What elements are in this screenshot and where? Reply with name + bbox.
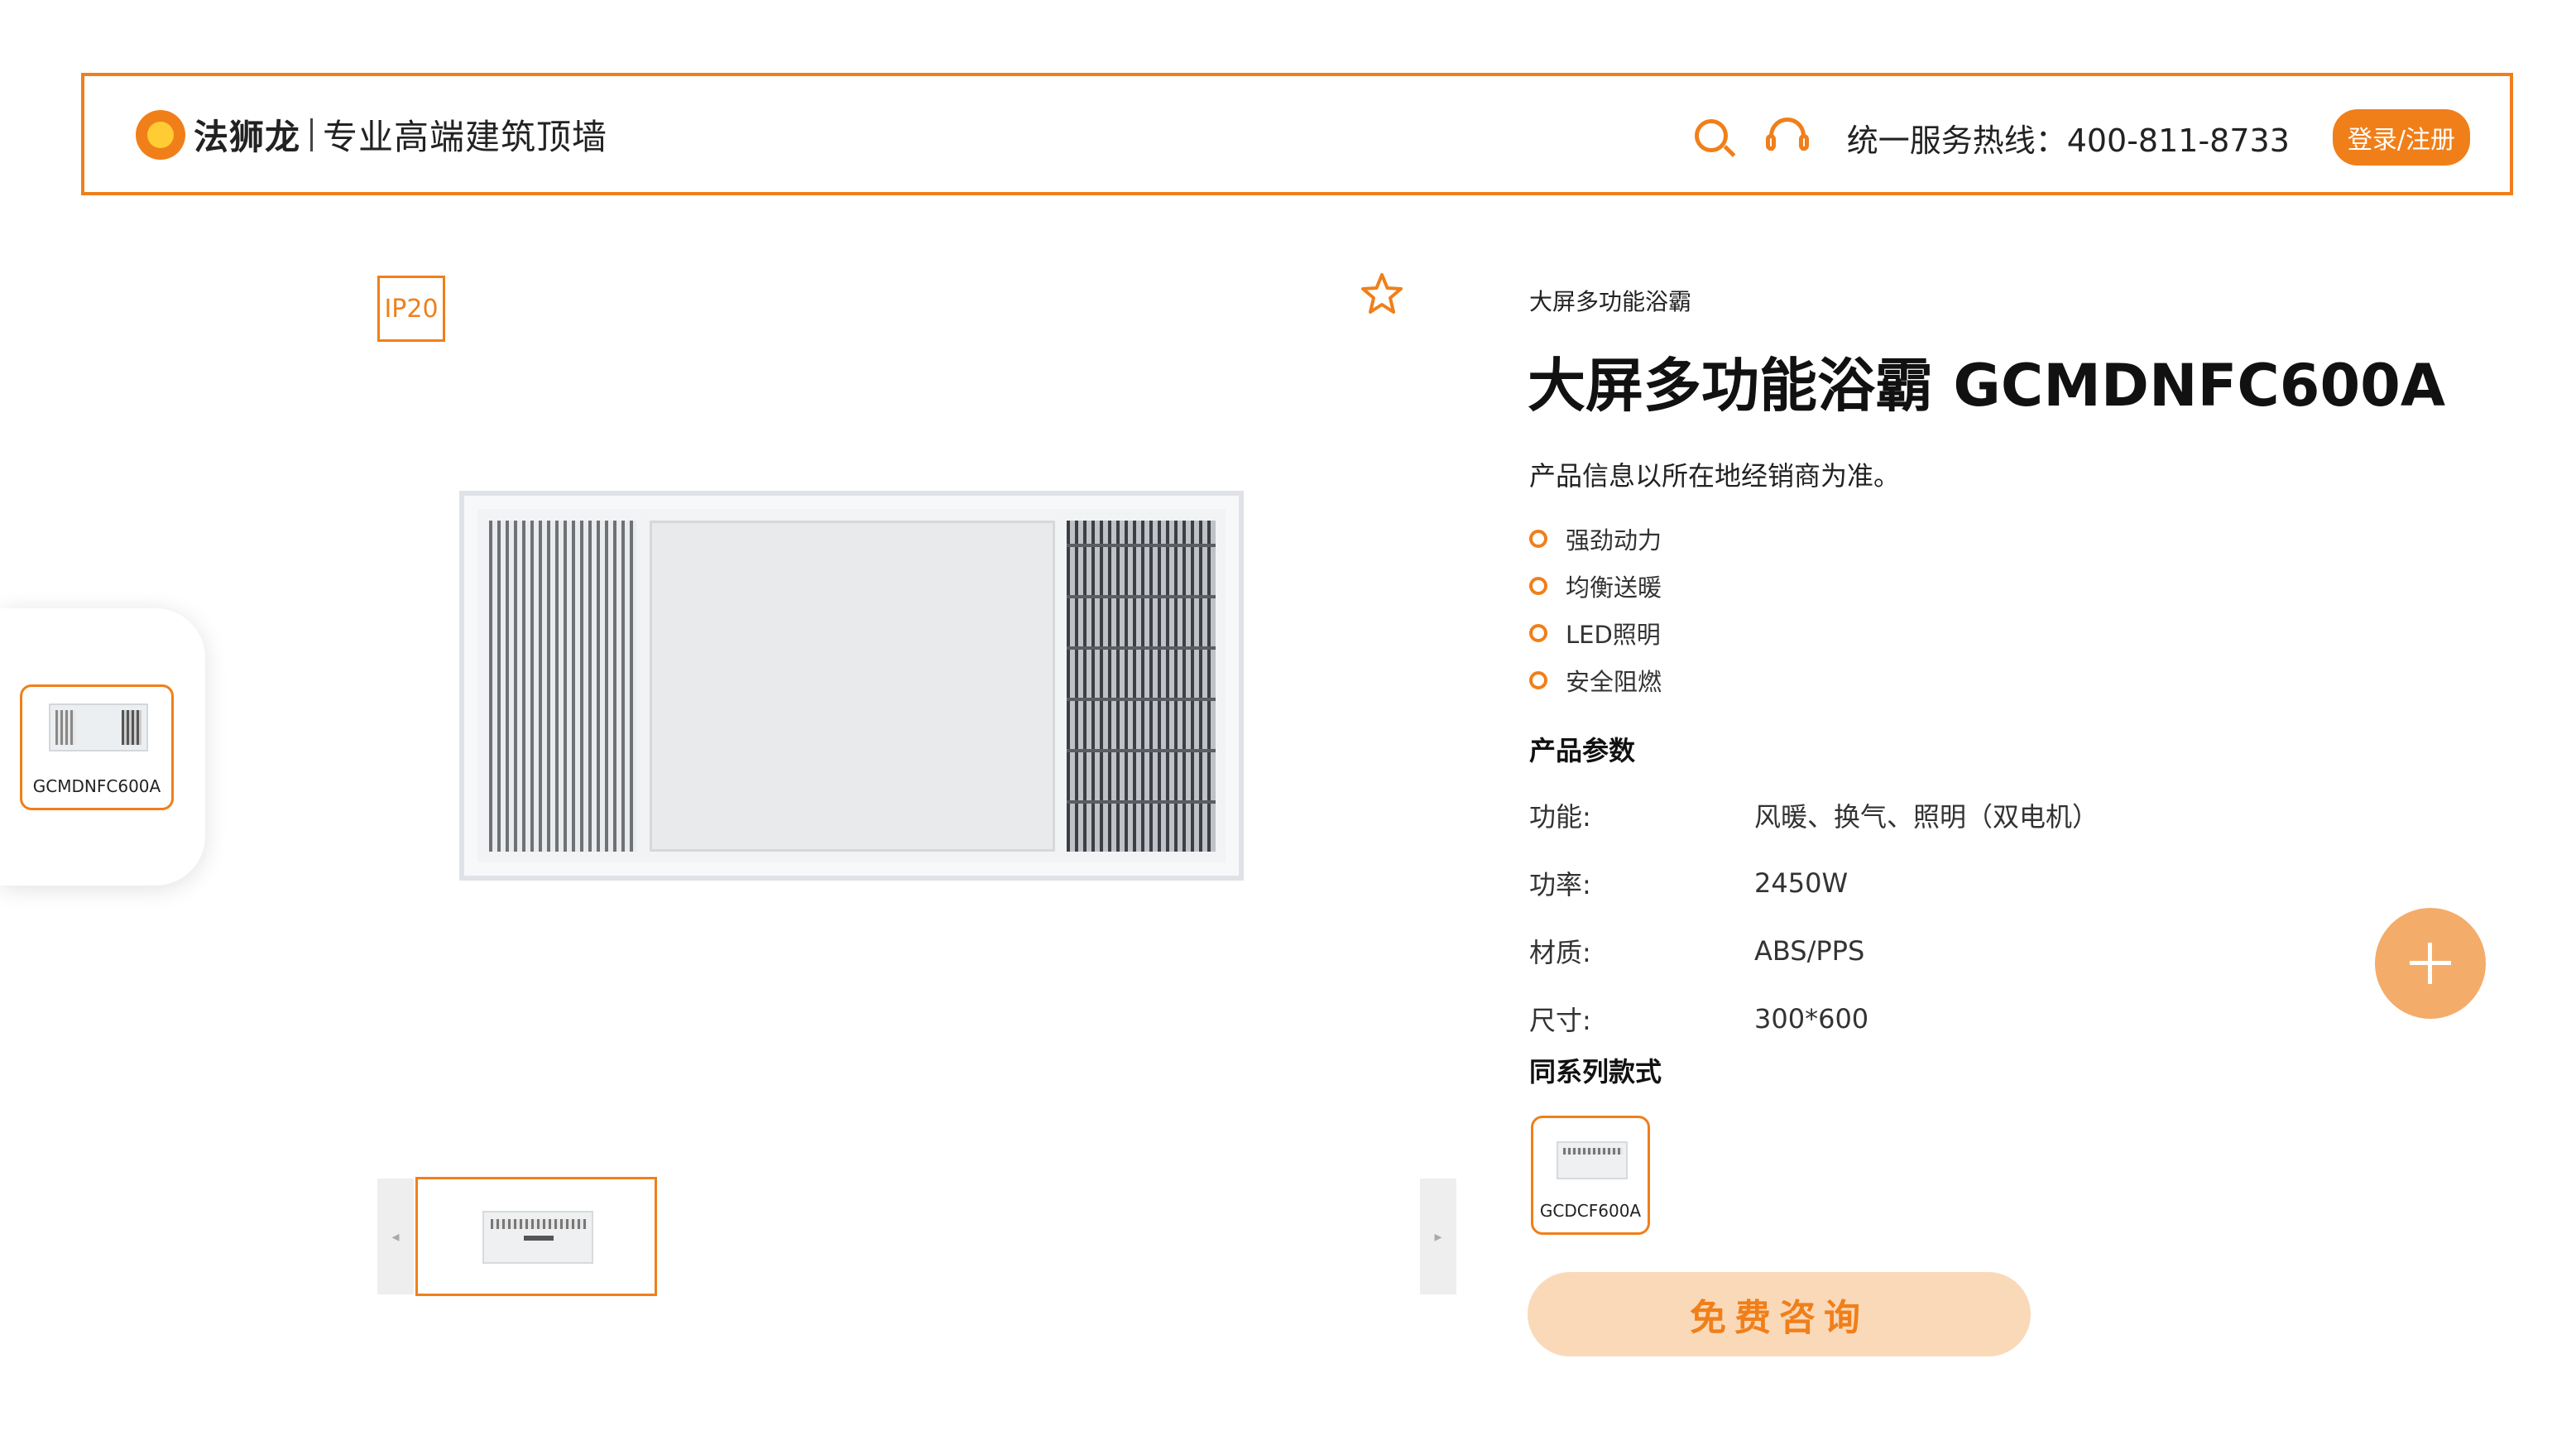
star-icon[interactable] bbox=[1357, 270, 1407, 319]
bullet-icon bbox=[1529, 529, 1547, 548]
param-row: 材质: ABS/PPS bbox=[1529, 917, 2099, 985]
floating-product-card[interactable]: GCMDNFC600A bbox=[20, 684, 174, 810]
param-key: 功能: bbox=[1529, 801, 1591, 833]
feature-label: 均衡送暖 bbox=[1566, 573, 1662, 602]
param-key: 功率: bbox=[1529, 869, 1591, 900]
product-category: 大屏多功能浴霸 bbox=[1529, 288, 1692, 315]
param-row: 功率: 2450W bbox=[1529, 849, 2099, 917]
headset-icon[interactable] bbox=[1763, 113, 1812, 162]
chevron-right-icon[interactable]: ▸ bbox=[1420, 1179, 1456, 1294]
product-light-panel bbox=[650, 521, 1055, 852]
params-table: 功能: 风暖、换气、照明（双电机） 功率: 2450W 材质: ABS/PPS … bbox=[1529, 781, 2099, 1053]
header-actions: 统一服务热线：400-811-8733 登录/注册 bbox=[1688, 109, 2470, 166]
bullet-icon bbox=[1529, 670, 1547, 689]
product-right-grill bbox=[1067, 521, 1216, 852]
param-value: ABS/PPS bbox=[1754, 935, 1865, 967]
gallery-thumbnail-image bbox=[482, 1211, 593, 1264]
bullet-icon bbox=[1529, 623, 1547, 642]
param-row: 尺寸: 300*600 bbox=[1529, 985, 2099, 1053]
param-value: 风暖、换气、照明（双电机） bbox=[1754, 801, 2099, 833]
lion-logo-icon bbox=[136, 109, 185, 160]
brand-slogan: 专业高端建筑顶墙 bbox=[323, 117, 608, 157]
feature-item: LED照明 bbox=[1529, 609, 1662, 656]
series-variant-card[interactable]: GCDCF600A bbox=[1531, 1116, 1650, 1235]
feature-label: LED照明 bbox=[1566, 620, 1661, 649]
param-key: 尺寸: bbox=[1529, 1005, 1591, 1036]
gallery-thumbnail-active[interactable] bbox=[415, 1177, 657, 1296]
feature-label: 安全阻燃 bbox=[1566, 667, 1662, 696]
series-variant-thumbnail bbox=[1557, 1141, 1628, 1179]
brand-name: 法狮龙 bbox=[194, 117, 301, 157]
product-left-grill bbox=[489, 521, 636, 852]
bullet-icon bbox=[1529, 576, 1547, 595]
series-variant-label: GCDCF600A bbox=[1539, 1201, 1642, 1221]
site-header: 法狮龙 专业高端建筑顶墙 统一服务热线：400-811-8733 登录/注册 bbox=[81, 73, 2513, 195]
feature-item: 强劲动力 bbox=[1529, 515, 1662, 562]
series-section-title: 同系列款式 bbox=[1529, 1056, 1662, 1088]
login-register-button[interactable]: 登录/注册 bbox=[2332, 109, 2470, 166]
logo-divider bbox=[310, 118, 314, 151]
feature-item: 安全阻燃 bbox=[1529, 656, 1662, 703]
floating-product-label: GCMDNFC600A bbox=[32, 776, 161, 796]
feature-list: 强劲动力 均衡送暖 LED照明 安全阻燃 bbox=[1529, 515, 1662, 703]
page: 法狮龙 专业高端建筑顶墙 统一服务热线：400-811-8733 登录/注册 G… bbox=[0, 0, 2576, 1450]
floating-product-thumbnail bbox=[49, 703, 148, 751]
ip-rating-badge: IP20 bbox=[377, 276, 445, 342]
product-title: 大屏多功能浴霸 GCMDNFC600A bbox=[1528, 352, 2446, 420]
feature-label: 强劲动力 bbox=[1566, 526, 1662, 555]
product-note: 产品信息以所在地经销商为准。 bbox=[1529, 460, 1901, 492]
product-main-image bbox=[459, 491, 1244, 881]
param-value: 2450W bbox=[1754, 867, 1849, 899]
search-icon[interactable] bbox=[1688, 113, 1738, 162]
param-key: 材质: bbox=[1529, 937, 1591, 968]
logo[interactable]: 法狮龙 专业高端建筑顶墙 bbox=[136, 109, 607, 160]
floating-product-panel: GCMDNFC600A bbox=[0, 608, 205, 886]
param-row: 功能: 风暖、换气、照明（双电机） bbox=[1529, 781, 2099, 849]
service-hotline: 统一服务热线：400-811-8733 bbox=[1846, 122, 2290, 159]
params-section-title: 产品参数 bbox=[1529, 735, 1636, 766]
feature-item: 均衡送暖 bbox=[1529, 562, 1662, 609]
plus-icon[interactable] bbox=[2375, 908, 2486, 1019]
free-consult-button[interactable]: 免费咨询 bbox=[1528, 1272, 2031, 1356]
chevron-left-icon[interactable]: ◂ bbox=[377, 1179, 414, 1294]
param-value: 300*600 bbox=[1754, 1003, 1869, 1035]
